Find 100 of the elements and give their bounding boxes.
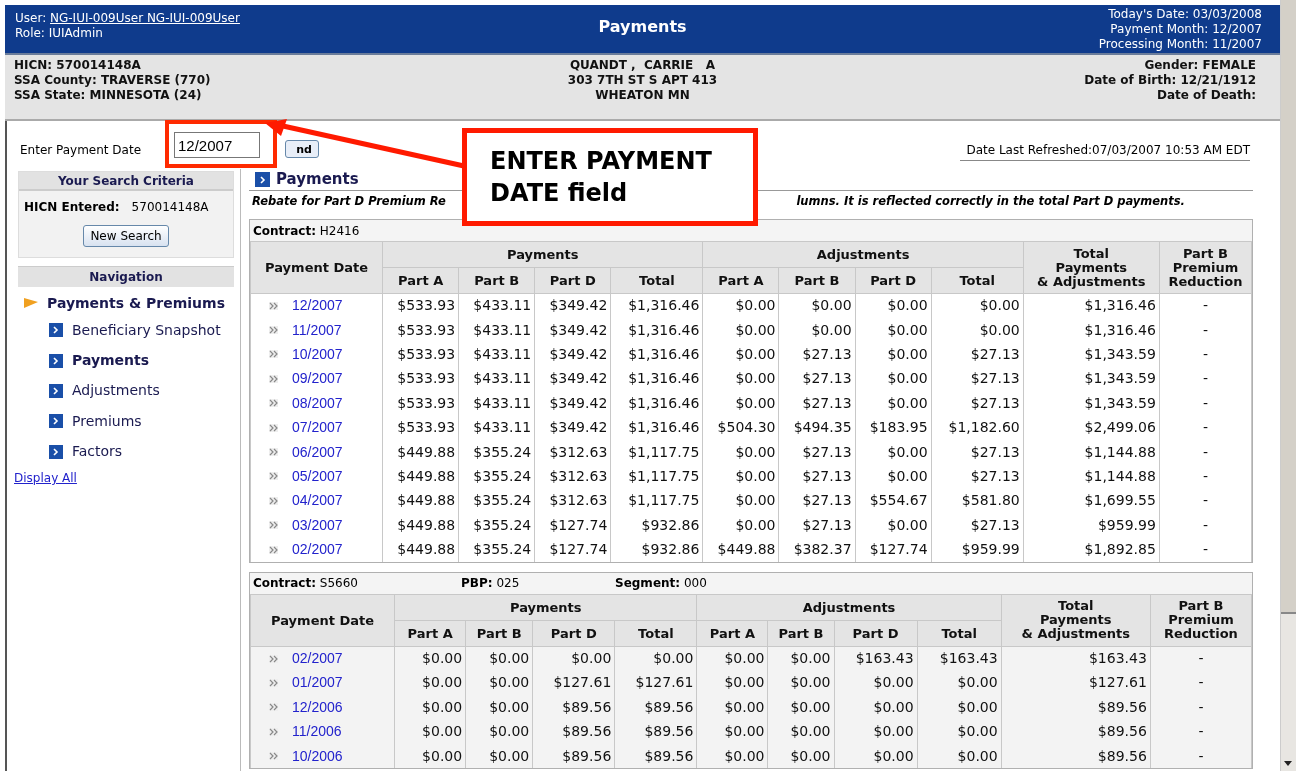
table-cell: $433.11: [473, 297, 532, 314]
nav-link[interactable]: Beneficiary Snapshot: [72, 319, 221, 341]
double-chevron-icon: [269, 752, 278, 761]
table-cell: $433.11: [473, 345, 532, 362]
table-cell: $0.00: [887, 443, 928, 460]
table-cell: $932.86: [641, 541, 700, 558]
table-cell: $89.56: [562, 723, 612, 740]
payment-date-link[interactable]: 02/2007: [292, 648, 343, 670]
column-header: Part D: [834, 620, 918, 647]
table-cell: $1,316.46: [1084, 321, 1156, 338]
table-cell: $0.00: [653, 650, 694, 667]
find-button[interactable]: nd: [285, 140, 319, 158]
table-cell: $1,144.88: [1084, 443, 1156, 460]
header-date: Payment Month: 12/2007: [1110, 22, 1262, 37]
table-cell: $959.99: [961, 541, 1020, 558]
table-cell: $0.00: [873, 674, 914, 691]
payment-date-field[interactable]: 12/2007: [174, 132, 260, 158]
table-cell: $449.88: [397, 541, 456, 558]
table-cell: $0.00: [790, 650, 831, 667]
table-cell: $1,182.60: [948, 419, 1020, 436]
table-cell: $0.00: [735, 297, 776, 314]
table-cell: $27.13: [802, 394, 852, 411]
table-cell: $0.00: [957, 674, 998, 691]
payment-date-link[interactable]: 10/2006: [292, 745, 343, 767]
nav-link[interactable]: Premiums: [72, 410, 142, 432]
table-cell: $0.00: [887, 345, 928, 362]
table-cell: $127.61: [553, 674, 612, 691]
table-cell: -: [1202, 394, 1208, 411]
table-cell: $1,343.59: [1084, 394, 1156, 411]
table-cell: $312.63: [549, 492, 608, 509]
table-cell: $89.56: [644, 747, 694, 764]
double-chevron-icon: [269, 350, 278, 359]
table-cell: $533.93: [397, 297, 456, 314]
payment-date-link[interactable]: 03/2007: [292, 514, 343, 536]
beneficiary-info: WHEATON MN: [595, 88, 690, 103]
table-cell: $89.56: [1097, 747, 1147, 764]
payment-date-link[interactable]: 10/2007: [292, 343, 343, 365]
nav-link[interactable]: Payments: [72, 350, 150, 372]
table-cell: $449.88: [397, 492, 456, 509]
column-header: Part B: [458, 267, 535, 294]
table-cell: -: [1202, 443, 1208, 460]
table-cell: $0.00: [422, 650, 463, 667]
table-cell: $1,117.75: [628, 443, 700, 460]
table-cell: $89.56: [562, 698, 612, 715]
payment-date-link[interactable]: 12/2007: [292, 295, 343, 317]
nav-link[interactable]: Factors: [72, 441, 123, 463]
scroll-down-icon[interactable]: [1281, 758, 1295, 768]
table-cell: $1,316.46: [628, 394, 700, 411]
table-cell: $449.88: [717, 541, 776, 558]
payment-date-link[interactable]: 01/2007: [292, 672, 343, 694]
table-cell: $27.13: [802, 443, 852, 460]
table-cell: $89.56: [1097, 723, 1147, 740]
double-chevron-icon: [269, 326, 278, 335]
payment-date-link[interactable]: 06/2007: [292, 441, 343, 463]
payment-date-link[interactable]: 05/2007: [292, 465, 343, 487]
beneficiary-info: Gender: FEMALE: [1144, 58, 1256, 73]
table-cell: $163.43: [939, 650, 998, 667]
nav-section-link[interactable]: Payments & Premiums: [47, 292, 225, 314]
table-cell: $0.00: [422, 747, 463, 764]
table-cell: $1,117.75: [628, 492, 700, 509]
table-cell: -: [1198, 698, 1204, 715]
double-chevron-icon: [269, 301, 278, 310]
new-search-button[interactable]: New Search: [83, 225, 169, 247]
table-cell: $1,316.46: [628, 321, 700, 338]
payment-date-link[interactable]: 11/2007: [292, 319, 342, 341]
payment-date-link[interactable]: 09/2007: [292, 368, 343, 390]
table-cell: $349.42: [549, 419, 608, 436]
payment-date-link[interactable]: 11/2006: [292, 721, 342, 743]
table-cell: $1,117.75: [628, 467, 700, 484]
table-cell: $163.43: [855, 650, 914, 667]
payment-date-link[interactable]: 04/2007: [292, 490, 343, 512]
table-cell: $27.13: [802, 370, 852, 387]
table-cell: $355.24: [473, 541, 532, 558]
table-cell: $27.13: [970, 467, 1020, 484]
table-cell: $0.00: [735, 467, 776, 484]
payment-date-link[interactable]: 07/2007: [292, 417, 343, 439]
pbp-label: PBP: 025: [461, 575, 521, 593]
table-cell: $127.61: [1088, 674, 1147, 691]
double-chevron-icon: [269, 423, 278, 432]
table-cell: $533.93: [397, 419, 456, 436]
table-cell: $0.00: [422, 698, 463, 715]
column-header: Total Payments & Adjustments: [1001, 594, 1151, 647]
table-cell: $0.00: [724, 723, 765, 740]
payment-date-link[interactable]: 12/2006: [292, 696, 343, 718]
column-header: Part A: [382, 267, 459, 294]
table-cell: $494.35: [793, 419, 852, 436]
user-link[interactable]: NG-IUI-009User NG-IUI-009User: [50, 11, 240, 25]
table-cell: -: [1202, 467, 1208, 484]
table-cell: $1,144.88: [1084, 467, 1156, 484]
table-cell: $0.00: [979, 297, 1020, 314]
nav-link[interactable]: Adjustments: [72, 380, 160, 402]
table-cell: $1,316.46: [1084, 297, 1156, 314]
payment-date-link[interactable]: 02/2007: [292, 539, 343, 561]
table-cell: $1,316.46: [628, 419, 700, 436]
table-cell: $127.74: [549, 541, 608, 558]
payment-date-link[interactable]: 08/2007: [292, 392, 343, 414]
header-date: Today's Date: 03/03/2008: [1108, 7, 1262, 22]
scrollbar-thumb[interactable]: [1281, 0, 1296, 614]
table-cell: -: [1202, 541, 1208, 558]
display-all-link[interactable]: Display All: [14, 468, 234, 487]
